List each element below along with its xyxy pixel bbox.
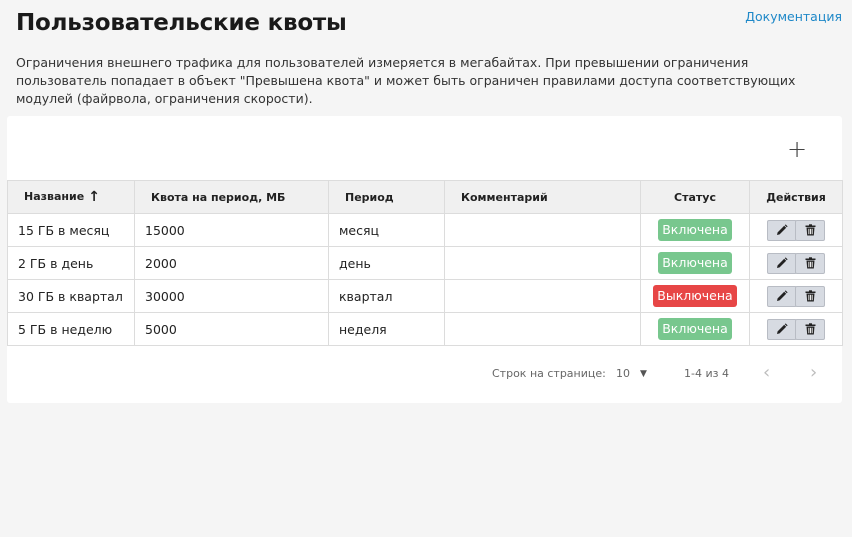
edit-button[interactable] <box>767 318 797 340</box>
chevron-right-icon[interactable]: › <box>810 362 817 383</box>
sort-ascending-icon: ↑ <box>88 189 100 205</box>
trash-icon <box>805 290 815 302</box>
status-badge: Включена <box>658 318 732 340</box>
pencil-icon <box>777 290 788 301</box>
pencil-icon <box>777 224 788 235</box>
cell-status: Включена <box>640 312 750 346</box>
rows-per-page-select[interactable]: 10 ▼ <box>616 367 647 380</box>
chevron-left-icon[interactable]: ‹ <box>763 362 770 383</box>
quotas-card: + Название ↑ Квота на период, МБ Период К… <box>7 116 843 403</box>
edit-button[interactable] <box>767 252 797 274</box>
cell-name: 15 ГБ в месяц <box>7 213 135 247</box>
plus-icon: + <box>786 135 808 163</box>
delete-button[interactable] <box>795 252 825 274</box>
cell-period: квартал <box>328 279 445 313</box>
cell-period: неделя <box>328 312 445 346</box>
column-header-name[interactable]: Название ↑ <box>7 180 135 214</box>
cell-actions <box>749 279 843 313</box>
cell-comment <box>444 279 641 313</box>
page-range: 1-4 из 4 <box>684 367 729 380</box>
status-badge: Включена <box>658 219 732 241</box>
add-quota-button[interactable]: + <box>782 134 812 164</box>
table-row[interactable]: 15 ГБ в месяц 15000 месяц Включена <box>7 213 843 247</box>
edit-button[interactable] <box>767 219 797 241</box>
cell-actions <box>749 246 843 280</box>
caret-down-icon: ▼ <box>640 368 647 379</box>
trash-icon <box>805 257 815 269</box>
cell-quota: 30000 <box>134 279 329 313</box>
cell-quota: 15000 <box>134 213 329 247</box>
cell-status: Выключена <box>640 279 750 313</box>
column-header-quota[interactable]: Квота на период, МБ <box>134 180 329 214</box>
cell-quota: 2000 <box>134 246 329 280</box>
column-header-period[interactable]: Период <box>328 180 445 214</box>
page-description: Ограничения внешнего трафика для пользов… <box>16 55 796 106</box>
table-row[interactable]: 30 ГБ в квартал 30000 квартал Выключена <box>7 279 843 313</box>
column-header-status[interactable]: Статус <box>640 180 750 214</box>
cell-name: 5 ГБ в неделю <box>7 312 135 346</box>
delete-button[interactable] <box>795 318 825 340</box>
cell-period: день <box>328 246 445 280</box>
cell-actions <box>749 312 843 346</box>
delete-button[interactable] <box>795 285 825 307</box>
cell-comment <box>444 213 641 247</box>
quotas-table: Название ↑ Квота на период, МБ Период Ком… <box>7 180 843 346</box>
cell-comment <box>444 246 641 280</box>
cell-period: месяц <box>328 213 445 247</box>
pencil-icon <box>777 323 788 334</box>
column-header-comment[interactable]: Комментарий <box>444 180 641 214</box>
cell-quota: 5000 <box>134 312 329 346</box>
trash-icon <box>805 323 815 335</box>
table-header-row: Название ↑ Квота на период, МБ Период Ком… <box>7 180 843 214</box>
cell-status: Включена <box>640 246 750 280</box>
cell-status: Включена <box>640 213 750 247</box>
trash-icon <box>805 224 815 236</box>
rows-per-page-value: 10 <box>616 367 630 380</box>
status-badge: Включена <box>658 252 732 274</box>
table-row[interactable]: 2 ГБ в день 2000 день Включена <box>7 246 843 280</box>
rows-per-page-label: Строк на странице: <box>492 367 606 380</box>
cell-actions <box>749 213 843 247</box>
table-row[interactable]: 5 ГБ в неделю 5000 неделя Включена <box>7 312 843 346</box>
cell-name: 30 ГБ в квартал <box>7 279 135 313</box>
pencil-icon <box>777 257 788 268</box>
status-badge: Выключена <box>653 285 737 307</box>
documentation-link[interactable]: Документация <box>745 9 842 24</box>
page-title: Пользовательские квоты <box>16 10 347 36</box>
column-header-actions: Действия <box>749 180 843 214</box>
edit-button[interactable] <box>767 285 797 307</box>
cell-name: 2 ГБ в день <box>7 246 135 280</box>
pagination: Строк на странице: 10 ▼ 1-4 из 4 ‹ › <box>7 362 842 386</box>
cell-comment <box>444 312 641 346</box>
delete-button[interactable] <box>795 219 825 241</box>
